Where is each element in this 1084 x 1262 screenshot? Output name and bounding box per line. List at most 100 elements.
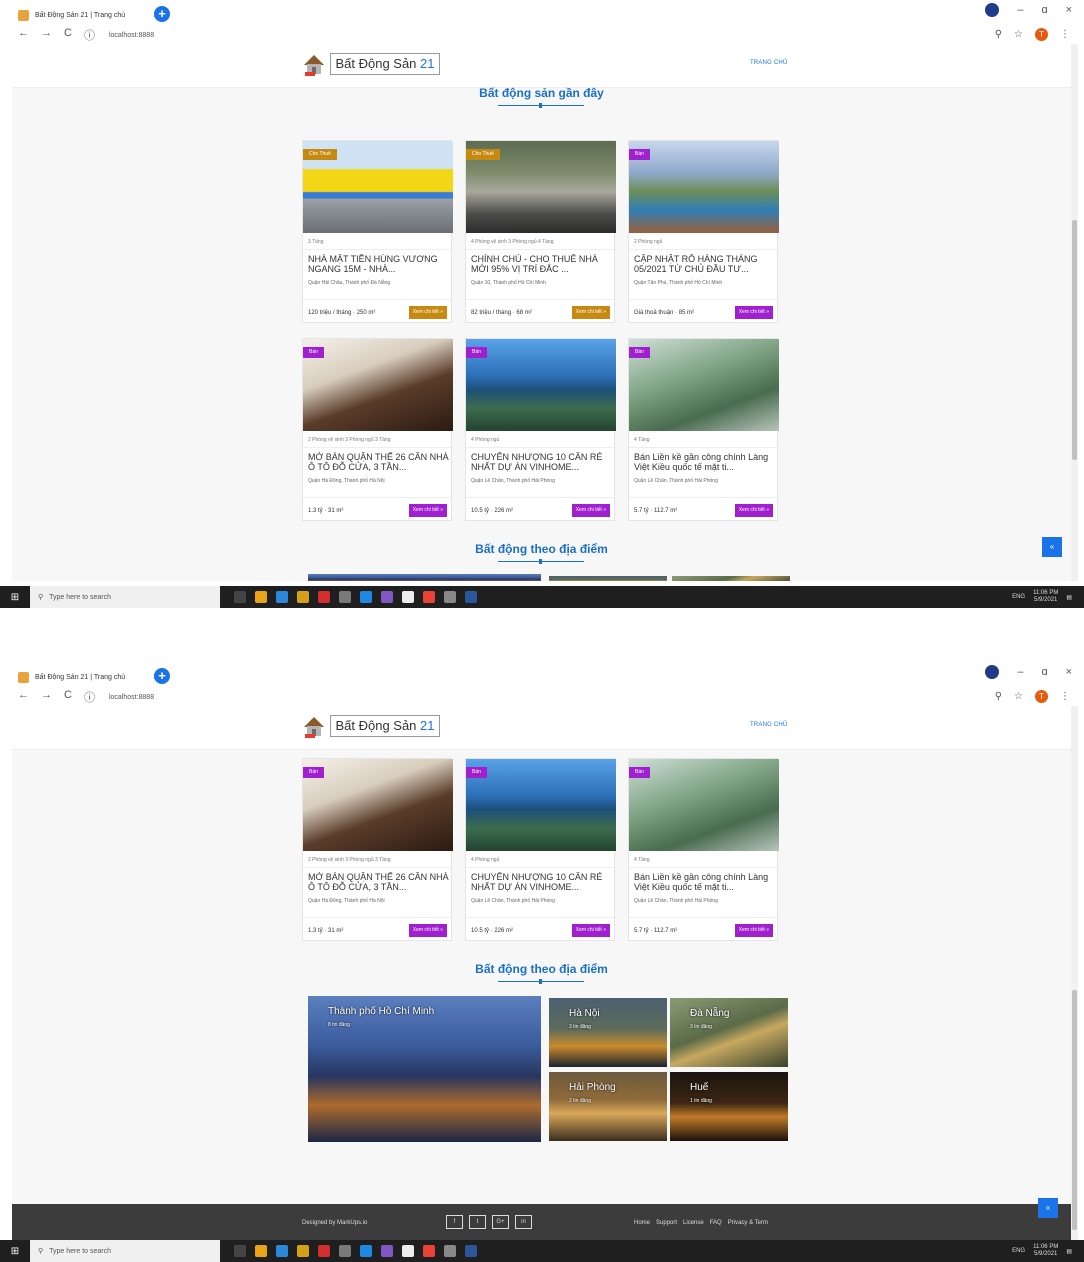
listing-image[interactable] bbox=[629, 141, 779, 233]
twitter-icon[interactable]: t bbox=[469, 1215, 486, 1229]
listing-title[interactable]: CHÍNH CHỦ - CHO THUÊ NHÀ MỚI 95% VỊ TRÍ … bbox=[471, 254, 613, 274]
listing-image[interactable] bbox=[466, 339, 616, 431]
listing-title[interactable]: CHUYỂN NHƯỢNG 10 CĂN RẺ NHẤT DỰ ÁN VINHO… bbox=[471, 452, 613, 472]
start-icon[interactable]: ⊞ bbox=[0, 592, 30, 603]
site-logo[interactable]: Bất Động Sản 21 bbox=[330, 53, 440, 75]
view-detail-button[interactable]: Xem chi tiết » bbox=[734, 504, 773, 517]
logo-house-icon[interactable] bbox=[302, 52, 326, 76]
view-detail-button[interactable]: Xem chi tiết » bbox=[408, 924, 447, 937]
browser-tab[interactable]: Bất Động Sản 21 | Trang chủ × bbox=[18, 668, 159, 686]
close-window-icon[interactable]: × bbox=[1066, 666, 1072, 678]
chrome-icon[interactable] bbox=[423, 591, 435, 603]
new-tab-button[interactable]: + bbox=[154, 6, 170, 22]
nav-home-link[interactable]: TRANG CHỦ bbox=[750, 60, 787, 66]
site-info-icon[interactable]: ⓘ bbox=[84, 27, 95, 43]
tray-language[interactable]: ENG bbox=[1012, 1248, 1025, 1254]
app-icon[interactable] bbox=[444, 591, 456, 603]
listing-card[interactable]: Bán 2 Phòng ngủ CẬP NHẬT RỔ HÀNG THÁNG 0… bbox=[628, 140, 779, 323]
word-icon[interactable] bbox=[465, 591, 477, 603]
minimize-icon[interactable]: – bbox=[1017, 4, 1023, 16]
forward-icon[interactable]: → bbox=[41, 27, 52, 43]
github-icon[interactable] bbox=[402, 1245, 414, 1257]
app-icon[interactable] bbox=[339, 1245, 351, 1257]
minimize-icon[interactable]: – bbox=[1017, 666, 1023, 678]
vs-icon[interactable] bbox=[381, 1245, 393, 1257]
view-detail-button[interactable]: Xem chi tiết » bbox=[734, 306, 773, 319]
listing-card[interactable]: Bán 4 Tầng Bán Liền kề gần công chính Là… bbox=[628, 338, 779, 521]
listing-card[interactable]: Cho Thuê 4 Phòng vệ sinh 3 Phòng ngủ 4 T… bbox=[465, 140, 616, 323]
back-to-top-button[interactable]: « bbox=[1042, 537, 1062, 557]
site-info-icon[interactable]: ⓘ bbox=[84, 689, 95, 705]
listing-image[interactable] bbox=[303, 759, 453, 851]
edge-icon[interactable] bbox=[276, 1245, 288, 1257]
view-detail-button[interactable]: Xem chi tiết » bbox=[571, 924, 610, 937]
vs-icon[interactable] bbox=[381, 591, 393, 603]
listing-card[interactable]: Cho Thuê 3 Tầng NHÀ MẶT TIỀN HÙNG VƯƠNG … bbox=[302, 140, 453, 323]
task-view-icon[interactable] bbox=[234, 591, 246, 603]
scrollbar[interactable] bbox=[1071, 706, 1078, 1240]
location-tile-hue[interactable]: Huế 1 tin đăng bbox=[670, 1072, 788, 1141]
taskbar-search[interactable]: ⚲ Type here to search bbox=[30, 586, 220, 608]
taskbar-search[interactable]: ⚲ Type here to search bbox=[30, 1240, 220, 1262]
back-icon[interactable]: ← bbox=[18, 689, 29, 705]
view-detail-button[interactable]: Xem chi tiết » bbox=[734, 924, 773, 937]
file-explorer-icon[interactable] bbox=[255, 591, 267, 603]
listing-title[interactable]: MỞ BÁN QUẬN THẾ 26 CĂN NHÀ Ô TÔ ĐỖ CỬA, … bbox=[308, 452, 450, 472]
location-tile-peek[interactable] bbox=[549, 576, 667, 581]
reload-icon[interactable]: C bbox=[64, 27, 72, 43]
zoom-icon[interactable]: ⚲ bbox=[995, 29, 1002, 40]
listing-title[interactable]: MỞ BÁN QUẬN THẾ 26 CĂN NHÀ Ô TÔ ĐỖ CỬA, … bbox=[308, 872, 450, 892]
browser-menu-icon[interactable]: ⋮ bbox=[1060, 691, 1070, 702]
url-input[interactable]: localhost:8888 bbox=[109, 32, 154, 39]
listing-image[interactable] bbox=[466, 759, 616, 851]
scrollbar-thumb[interactable] bbox=[1072, 220, 1077, 460]
scrollbar[interactable] bbox=[1071, 44, 1078, 581]
reload-icon[interactable]: C bbox=[64, 689, 72, 705]
zoom-icon[interactable]: ⚲ bbox=[995, 691, 1002, 702]
site-logo[interactable]: Bất Động Sản 21 bbox=[330, 715, 440, 737]
listing-title[interactable]: CHUYỂN NHƯỢNG 10 CĂN RẺ NHẤT DỰ ÁN VINHO… bbox=[471, 872, 613, 892]
footer-link-support[interactable]: Support bbox=[656, 1220, 677, 1226]
user-avatar[interactable]: T bbox=[1035, 28, 1048, 41]
view-detail-button[interactable]: Xem chi tiết » bbox=[408, 306, 447, 319]
close-window-icon[interactable]: × bbox=[1066, 4, 1072, 16]
facebook-icon[interactable]: f bbox=[446, 1215, 463, 1229]
back-to-top-button[interactable]: « bbox=[1038, 1198, 1058, 1218]
listing-title[interactable]: NHÀ MẶT TIỀN HÙNG VƯƠNG NGANG 15M - NHÀ.… bbox=[308, 254, 450, 274]
footer-link-privacy[interactable]: Privacy & Term bbox=[728, 1220, 768, 1226]
footer-link-home[interactable]: Home bbox=[634, 1220, 650, 1226]
notification-icon[interactable]: ▤ bbox=[1066, 1248, 1072, 1255]
listing-card[interactable]: Bán 2 Phòng vệ sinh 3 Phòng ngủ 3 Tầng M… bbox=[302, 338, 453, 521]
url-input[interactable]: localhost:8888 bbox=[109, 694, 154, 701]
start-icon[interactable]: ⊞ bbox=[0, 1246, 30, 1257]
github-icon[interactable] bbox=[402, 591, 414, 603]
browser-menu-icon[interactable]: ⋮ bbox=[1060, 29, 1070, 40]
listing-card[interactable]: Bán 2 Phòng vệ sinh 3 Phòng ngủ 3 Tầng M… bbox=[302, 758, 453, 941]
footer-link-faq[interactable]: FAQ bbox=[710, 1220, 722, 1226]
app-icon[interactable] bbox=[444, 1245, 456, 1257]
view-detail-button[interactable]: Xem chi tiết » bbox=[571, 504, 610, 517]
location-tile-hanoi[interactable]: Hà Nội 3 tin đăng bbox=[549, 998, 667, 1067]
tray-clock[interactable]: 11:06 PM 5/9/2021 bbox=[1033, 1244, 1058, 1258]
location-tile-peek[interactable] bbox=[308, 574, 541, 581]
browser-tab[interactable]: Bất Động Sản 21 | Trang chủ × bbox=[18, 6, 159, 24]
maximize-icon[interactable]: ɑ bbox=[1041, 4, 1047, 16]
user-avatar[interactable]: T bbox=[1035, 690, 1048, 703]
listing-card[interactable]: Bán 4 Phòng ngủ CHUYỂN NHƯỢNG 10 CĂN RẺ … bbox=[465, 338, 616, 521]
listing-title[interactable]: CẬP NHẬT RỔ HÀNG THÁNG 05/2021 TỪ CHỦ ĐẦ… bbox=[634, 254, 776, 274]
vscode-icon[interactable] bbox=[360, 1245, 372, 1257]
app-icon[interactable] bbox=[339, 591, 351, 603]
app-icon[interactable] bbox=[297, 591, 309, 603]
profile-icon[interactable] bbox=[985, 3, 1000, 17]
footer-credit[interactable]: Designed by MarkUps.io bbox=[302, 1220, 367, 1226]
new-tab-button[interactable]: + bbox=[154, 668, 170, 684]
logo-house-icon[interactable] bbox=[302, 714, 326, 738]
forward-icon[interactable]: → bbox=[41, 689, 52, 705]
google-plus-icon[interactable]: G+ bbox=[492, 1215, 509, 1229]
tray-clock[interactable]: 11:06 PM 5/9/2021 bbox=[1033, 590, 1058, 604]
edge-icon[interactable] bbox=[276, 591, 288, 603]
back-icon[interactable]: ← bbox=[18, 27, 29, 43]
bookmark-star-icon[interactable]: ☆ bbox=[1014, 691, 1023, 702]
maximize-icon[interactable]: ɑ bbox=[1041, 666, 1047, 678]
vscode-icon[interactable] bbox=[360, 591, 372, 603]
